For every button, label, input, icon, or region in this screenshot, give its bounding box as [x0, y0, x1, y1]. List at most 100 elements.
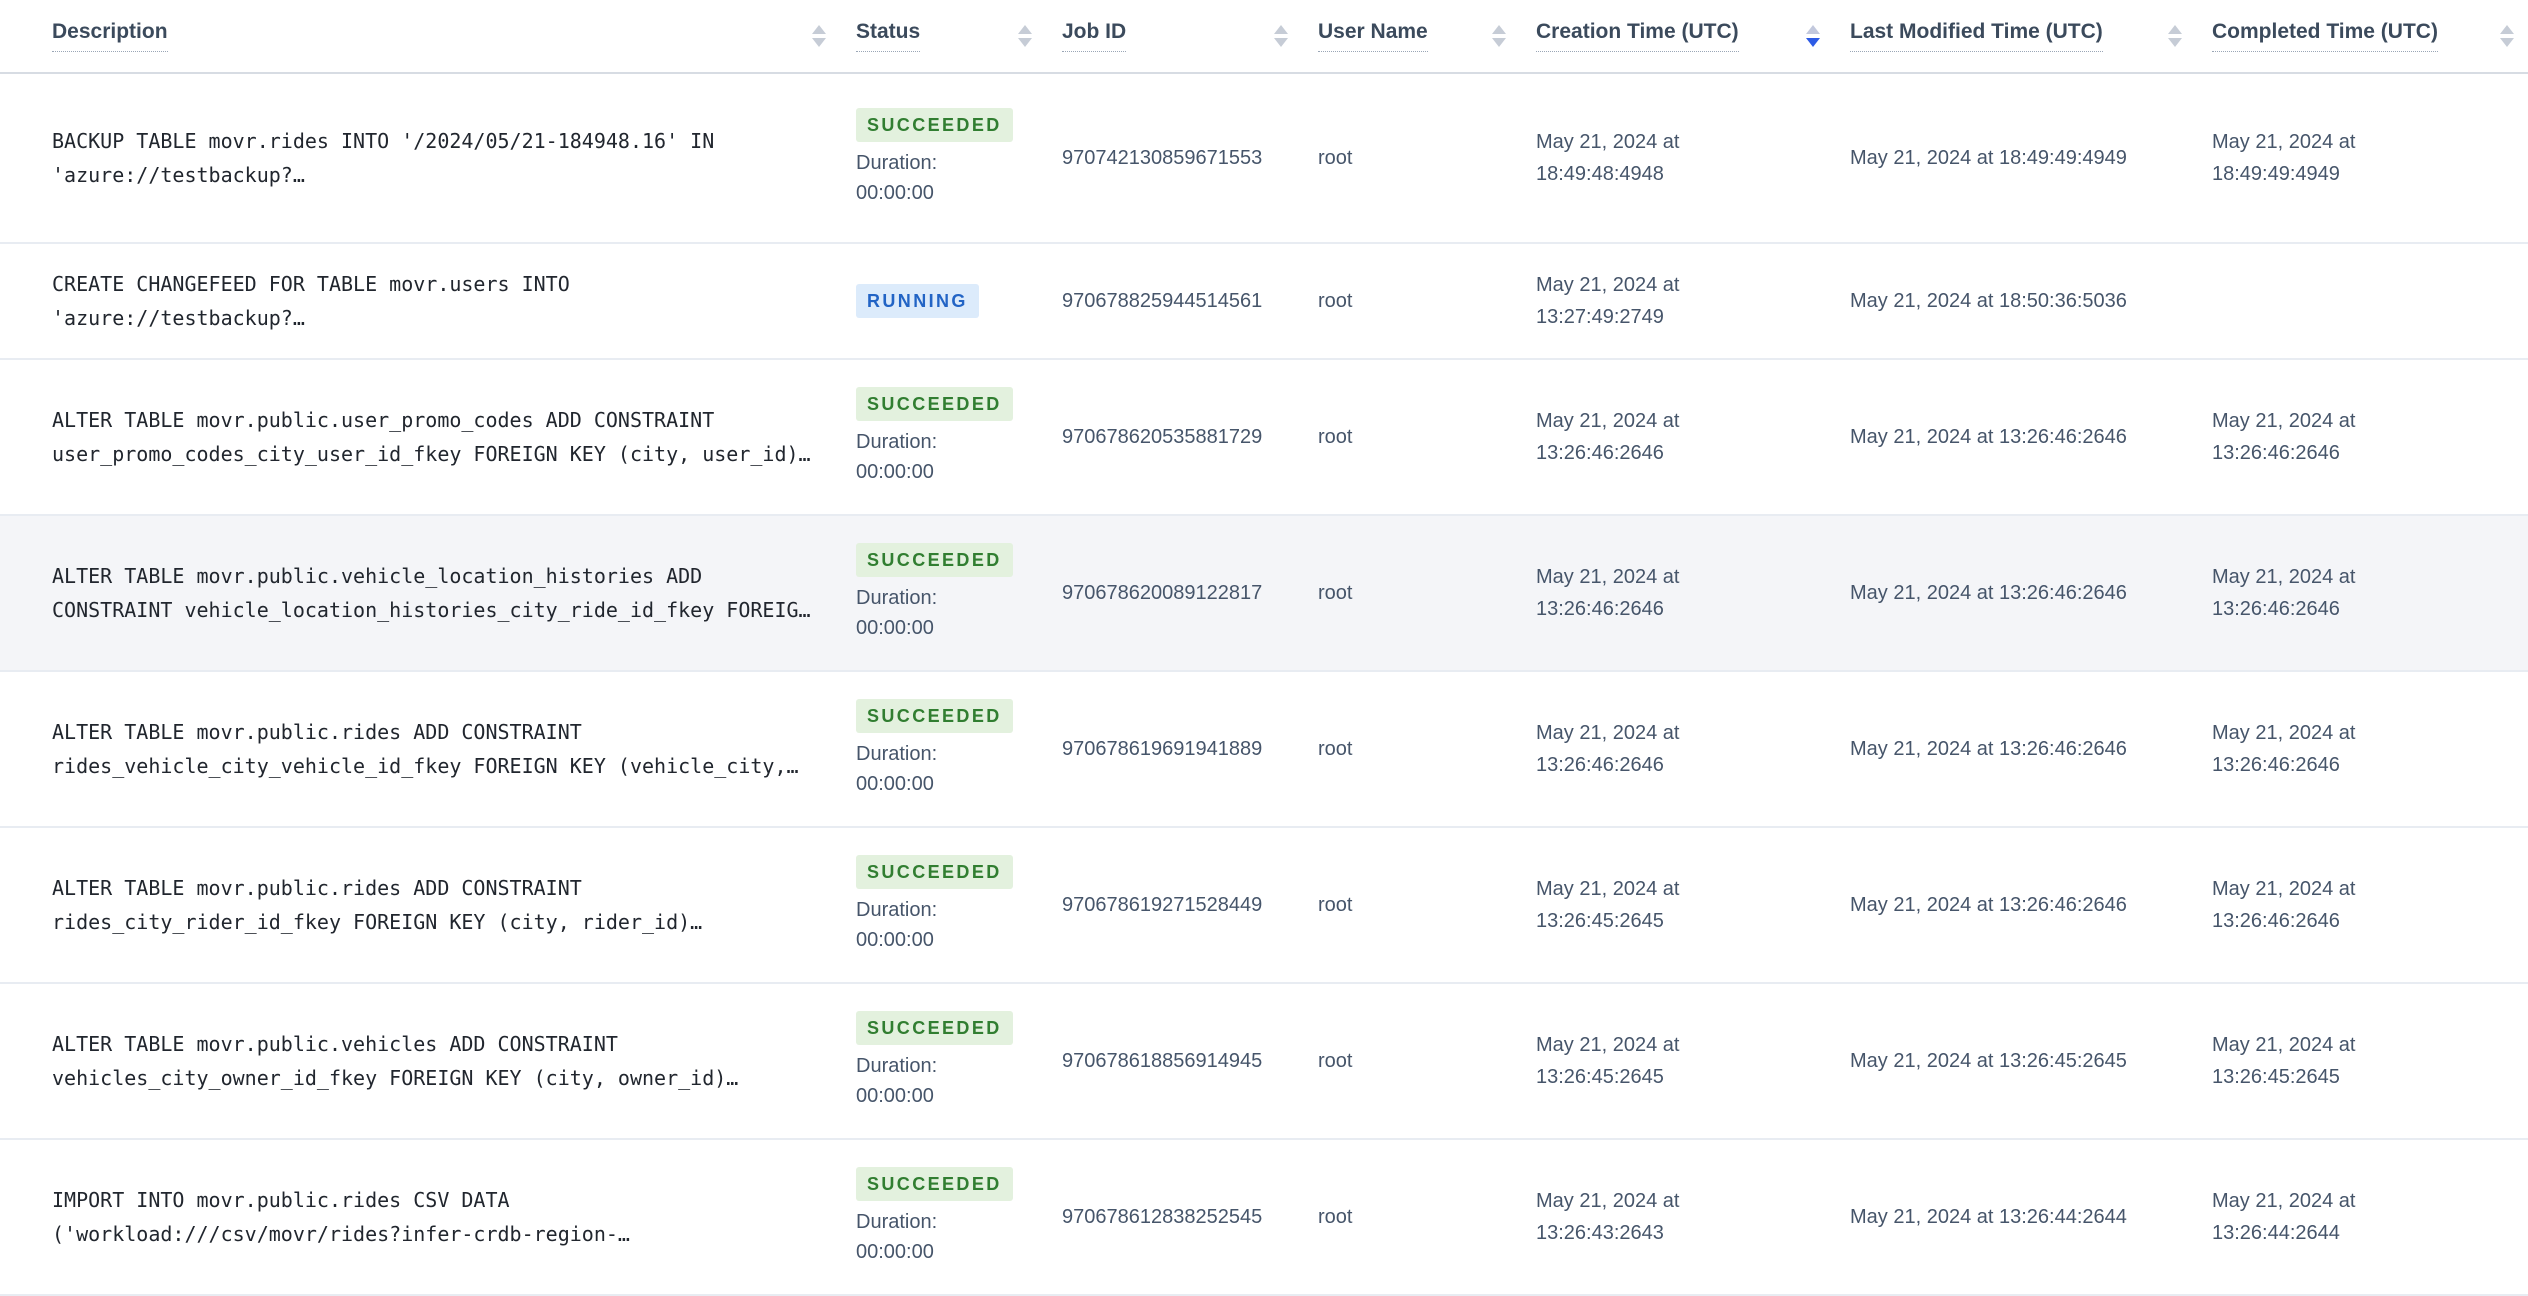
last-modified-time: May 21, 2024 at 13:26:44:2644	[1850, 1206, 2127, 1228]
table-row[interactable]: ALTER TABLE movr.public.rides ADD CONSTR…	[0, 671, 2528, 827]
creation-time: May 21, 2024 at 13:26:46:2646	[1536, 722, 1680, 776]
creation-time: May 21, 2024 at 13:26:46:2646	[1536, 410, 1680, 464]
job-id: 970678825944514561	[1062, 290, 1263, 312]
last-modified-time: May 21, 2024 at 13:26:46:2646	[1850, 894, 2127, 916]
creation-time: May 21, 2024 at 13:26:45:2645	[1536, 878, 1680, 932]
job-id: 970742130859671553	[1062, 147, 1263, 169]
sort-icon	[812, 25, 826, 47]
completed-time: May 21, 2024 at 13:26:46:2646	[2212, 722, 2356, 776]
job-description: ALTER TABLE movr.public.rides ADD CONSTR…	[52, 876, 703, 934]
user-name: root	[1318, 582, 1353, 604]
completed-time: May 21, 2024 at 13:26:45:2645	[2212, 1034, 2356, 1088]
column-label-last-modified-time: Last Modified Time (UTC)	[1850, 20, 2103, 52]
last-modified-time: May 21, 2024 at 13:26:46:2646	[1850, 426, 2127, 448]
duration-value: 00:00:00	[856, 1241, 934, 1263]
duration-label: Duration:	[856, 743, 938, 765]
column-header-user-name[interactable]: User Name	[1302, 0, 1520, 74]
sort-icon	[2168, 25, 2182, 47]
last-modified-time: May 21, 2024 at 13:26:45:2645	[1850, 1050, 2127, 1072]
status-badge: SUCCEEDED	[856, 1167, 1013, 1201]
duration-value: 00:00:00	[856, 617, 934, 639]
completed-time: May 21, 2024 at 13:26:46:2646	[2212, 410, 2356, 464]
column-label-status: Status	[856, 20, 921, 52]
duration-label: Duration:	[856, 431, 938, 453]
job-duration: Duration: 00:00:00	[856, 583, 1032, 643]
column-label-user-name: User Name	[1318, 20, 1428, 52]
user-name: root	[1318, 147, 1353, 169]
job-duration: Duration: 00:00:00	[856, 1051, 1032, 1111]
job-description: ALTER TABLE movr.public.rides ADD CONSTR…	[52, 720, 799, 778]
table-header-row: Description Status Job ID User Name Crea…	[0, 0, 2528, 74]
job-id: 970678620535881729	[1062, 426, 1263, 448]
job-description: BACKUP TABLE movr.rides INTO '/2024/05/2…	[52, 129, 715, 187]
user-name: root	[1318, 1050, 1353, 1072]
sort-icon	[2500, 25, 2514, 47]
job-description: CREATE CHANGEFEED FOR TABLE movr.users I…	[52, 272, 570, 330]
column-label-creation-time: Creation Time (UTC)	[1536, 20, 1739, 52]
duration-label: Duration:	[856, 1055, 938, 1077]
creation-time: May 21, 2024 at 13:26:45:2645	[1536, 1034, 1680, 1088]
table-row[interactable]: ALTER TABLE movr.public.vehicles ADD CON…	[0, 983, 2528, 1139]
sort-icon	[1274, 25, 1288, 47]
creation-time: May 21, 2024 at 13:26:46:2646	[1536, 566, 1680, 620]
job-description: ALTER TABLE movr.public.vehicles ADD CON…	[52, 1032, 739, 1090]
status-badge: SUCCEEDED	[856, 1011, 1013, 1045]
column-header-status[interactable]: Status	[840, 0, 1046, 74]
job-duration: Duration: 00:00:00	[856, 895, 1032, 955]
column-label-completed-time: Completed Time (UTC)	[2212, 20, 2438, 52]
creation-time: May 21, 2024 at 13:27:49:2749	[1536, 274, 1680, 328]
duration-value: 00:00:00	[856, 773, 934, 795]
sort-icon-active-desc	[1806, 25, 1820, 47]
sort-icon	[1492, 25, 1506, 47]
job-id: 970678620089122817	[1062, 582, 1263, 604]
job-duration: Duration: 00:00:00	[856, 1207, 1032, 1267]
last-modified-time: May 21, 2024 at 18:50:36:5036	[1850, 290, 2127, 312]
table-row[interactable]: ALTER TABLE movr.public.rides ADD CONSTR…	[0, 827, 2528, 983]
status-badge: SUCCEEDED	[856, 543, 1013, 577]
column-header-job-id[interactable]: Job ID	[1046, 0, 1302, 74]
job-id: 970678618856914945	[1062, 1050, 1263, 1072]
jobs-table: Description Status Job ID User Name Crea…	[0, 0, 2528, 1296]
duration-value: 00:00:00	[856, 461, 934, 483]
user-name: root	[1318, 738, 1353, 760]
status-badge: RUNNING	[856, 284, 979, 318]
last-modified-time: May 21, 2024 at 13:26:46:2646	[1850, 582, 2127, 604]
completed-time: May 21, 2024 at 13:26:44:2644	[2212, 1190, 2356, 1244]
column-header-creation-time[interactable]: Creation Time (UTC)	[1520, 0, 1834, 74]
duration-label: Duration:	[856, 1211, 938, 1233]
creation-time: May 21, 2024 at 13:26:43:2643	[1536, 1190, 1680, 1244]
column-header-description[interactable]: Description	[0, 0, 840, 74]
column-label-description: Description	[52, 20, 168, 52]
table-row[interactable]: BACKUP TABLE movr.rides INTO '/2024/05/2…	[0, 73, 2528, 243]
table-row[interactable]: ALTER TABLE movr.public.vehicle_location…	[0, 515, 2528, 671]
duration-value: 00:00:00	[856, 929, 934, 951]
user-name: root	[1318, 290, 1353, 312]
column-header-last-modified-time[interactable]: Last Modified Time (UTC)	[1834, 0, 2196, 74]
job-duration: Duration: 00:00:00	[856, 739, 1032, 799]
last-modified-time: May 21, 2024 at 18:49:49:4949	[1850, 147, 2127, 169]
job-description: IMPORT INTO movr.public.rides CSV DATA (…	[52, 1188, 630, 1246]
table-row[interactable]: ALTER TABLE movr.public.user_promo_codes…	[0, 359, 2528, 515]
duration-value: 00:00:00	[856, 182, 934, 204]
table-row[interactable]: CREATE CHANGEFEED FOR TABLE movr.users I…	[0, 243, 2528, 359]
status-badge: SUCCEEDED	[856, 699, 1013, 733]
job-duration: Duration: 00:00:00	[856, 148, 1032, 208]
creation-time: May 21, 2024 at 18:49:48:4948	[1536, 131, 1680, 185]
job-description: ALTER TABLE movr.public.vehicle_location…	[52, 564, 811, 622]
user-name: root	[1318, 894, 1353, 916]
job-id: 970678619271528449	[1062, 894, 1263, 916]
job-duration: Duration: 00:00:00	[856, 427, 1032, 487]
column-label-job-id: Job ID	[1062, 20, 1127, 52]
completed-time: May 21, 2024 at 13:26:46:2646	[2212, 566, 2356, 620]
last-modified-time: May 21, 2024 at 13:26:46:2646	[1850, 738, 2127, 760]
duration-label: Duration:	[856, 587, 938, 609]
duration-label: Duration:	[856, 152, 938, 174]
sort-icon	[1018, 25, 1032, 47]
completed-time: May 21, 2024 at 18:49:49:4949	[2212, 131, 2356, 185]
status-badge: SUCCEEDED	[856, 387, 1013, 421]
column-header-completed-time[interactable]: Completed Time (UTC)	[2196, 0, 2528, 74]
status-badge: SUCCEEDED	[856, 855, 1013, 889]
status-badge: SUCCEEDED	[856, 108, 1013, 142]
job-id: 970678612838252545	[1062, 1206, 1263, 1228]
table-row[interactable]: IMPORT INTO movr.public.rides CSV DATA (…	[0, 1139, 2528, 1295]
